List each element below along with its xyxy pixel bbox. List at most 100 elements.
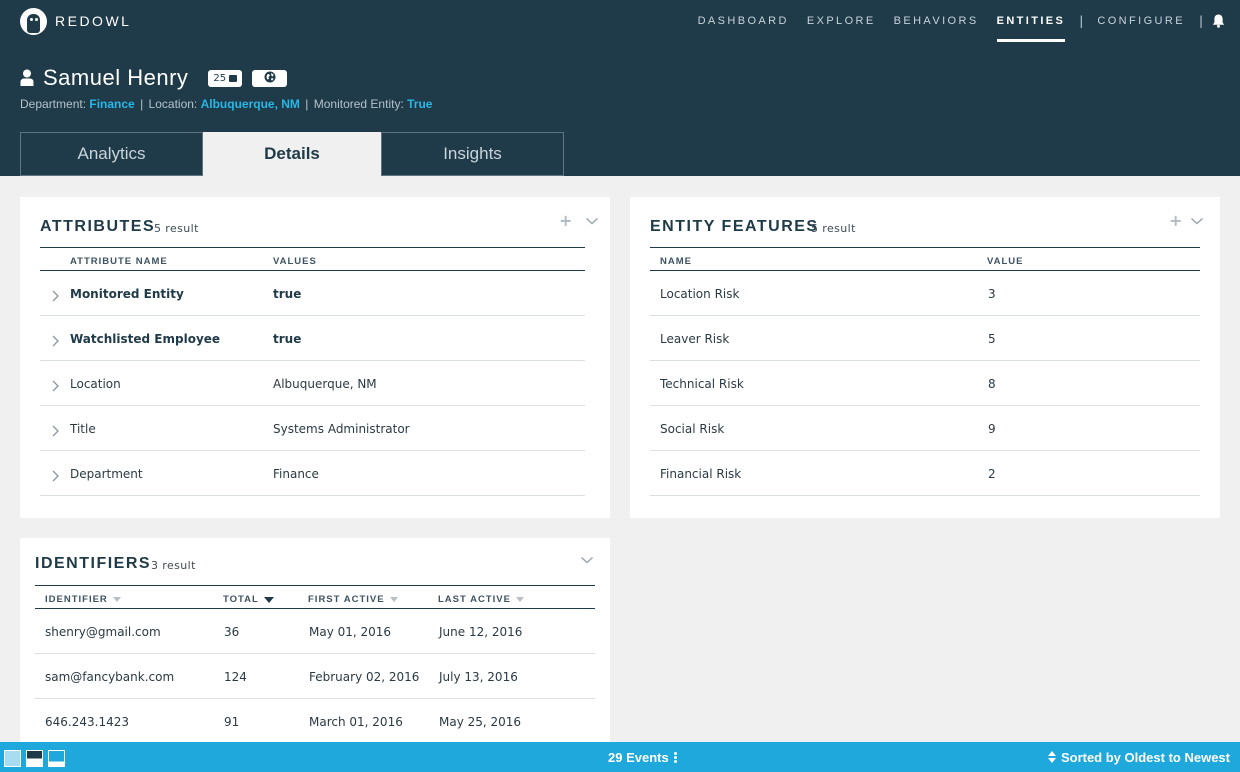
column-attribute-name[interactable]: ATTRIBUTE NAME — [70, 256, 168, 267]
sort-caret-icon — [515, 597, 524, 602]
attribute-value: Finance — [273, 466, 319, 481]
message-count-badge[interactable]: 25 — [208, 69, 243, 87]
expand-chevron-icon[interactable] — [50, 332, 60, 347]
department-value[interactable]: Finance — [89, 97, 134, 111]
table-row[interactable]: Monitored Entity true — [40, 271, 585, 316]
chat-icon — [229, 74, 238, 82]
tab-insights[interactable]: Insights — [381, 132, 564, 176]
column-values[interactable]: VALUES — [273, 256, 317, 267]
attributes-table: ATTRIBUTE NAME VALUES Monitored Entity t… — [40, 247, 585, 496]
feature-value: 9 — [988, 421, 996, 436]
identifiers-count: 3 result — [151, 559, 196, 572]
events-toggle[interactable]: 29 Events — [608, 742, 677, 772]
sort-order-toggle[interactable]: Sorted by Oldest to Newest — [1047, 742, 1230, 772]
nav-behaviors[interactable]: BEHAVIORS — [894, 0, 979, 42]
attribute-name: Location — [70, 376, 121, 391]
monitored-label: Monitored Entity: — [313, 97, 404, 111]
feature-value: 8 — [988, 376, 996, 391]
sort-updown-icon — [1047, 751, 1056, 763]
identifier-last-active: July 13, 2016 — [439, 669, 518, 684]
column-value[interactable]: VALUE — [987, 256, 1024, 267]
table-row[interactable]: Leaver Risk 5 — [650, 316, 1200, 361]
collapse-chevron-icon[interactable] — [585, 213, 599, 227]
globe-badge[interactable] — [252, 69, 288, 87]
kebab-menu-icon — [673, 751, 677, 763]
sort-order-label: Sorted by Oldest to Newest — [1060, 749, 1230, 765]
collapse-chevron-icon[interactable] — [580, 552, 594, 566]
events-count: 29 Events — [608, 749, 669, 765]
expand-chevron-icon[interactable] — [50, 377, 60, 392]
expand-chevron-icon[interactable] — [50, 467, 60, 482]
column-identifier[interactable]: IDENTIFIER — [45, 594, 121, 605]
features-title: ENTITY FEATURES — [650, 218, 819, 235]
sort-caret-icon — [112, 597, 121, 602]
entity-name: Samuel Henry — [43, 65, 189, 90]
feature-name: Leaver Risk — [660, 331, 730, 346]
bell-icon[interactable] — [1212, 14, 1226, 28]
attribute-value: Systems Administrator — [273, 421, 410, 436]
table-row[interactable]: Title Systems Administrator — [40, 406, 585, 451]
identifier-total: 91 — [224, 714, 240, 729]
table-row[interactable]: Social Risk 9 — [650, 406, 1200, 451]
table-header: IDENTIFIER TOTAL FIRST ACTIVE LAST ACTIV… — [35, 586, 595, 609]
column-first-active[interactable]: FIRST ACTIVE — [308, 594, 398, 605]
identifier-total: 36 — [224, 624, 240, 639]
message-count: 25 — [213, 72, 227, 84]
identifier-first-active: March 01, 2016 — [309, 714, 403, 729]
attribute-value: true — [273, 286, 302, 301]
feature-name: Financial Risk — [660, 466, 742, 481]
nav-separator: | — [1079, 14, 1084, 28]
person-icon — [20, 69, 36, 87]
nav-entities[interactable]: ENTITIES — [996, 0, 1066, 42]
table-row[interactable]: Location Risk 3 — [650, 271, 1200, 316]
attribute-value: Albuquerque, NM — [273, 376, 377, 391]
attribute-name: Monitored Entity — [70, 286, 184, 301]
table-row[interactable]: Watchlisted Employee true — [40, 316, 585, 361]
table-row[interactable]: Location Albuquerque, NM — [40, 361, 585, 406]
layout-bottom-icon[interactable] — [48, 750, 65, 767]
add-feature-button[interactable]: + — [1169, 213, 1182, 229]
department-label: Department: — [20, 97, 87, 111]
column-label: FIRST ACTIVE — [308, 594, 385, 605]
identifier-value: shenry@gmail.com — [45, 624, 161, 639]
identifier-total: 124 — [224, 669, 247, 684]
table-row[interactable]: Department Finance — [40, 451, 585, 496]
column-total[interactable]: TOTAL — [223, 594, 274, 605]
entity-header: Samuel Henry 25 — [20, 65, 288, 91]
entity-features-panel: ENTITY FEATURES 5 result + NAME VALUE Lo… — [630, 197, 1220, 518]
table-row[interactable]: Technical Risk 8 — [650, 361, 1200, 406]
column-name[interactable]: NAME — [660, 256, 692, 267]
column-last-active[interactable]: LAST ACTIVE — [438, 594, 524, 605]
brand-name: REDOWL — [55, 13, 132, 29]
expand-chevron-icon[interactable] — [50, 422, 60, 437]
identifier-last-active: May 25, 2016 — [439, 714, 522, 729]
features-count: 5 result — [811, 222, 856, 235]
attribute-name: Department — [70, 466, 143, 481]
table-row[interactable]: 646.243.1423 91 March 01, 2016 May 25, 2… — [35, 699, 595, 744]
tab-analytics[interactable]: Analytics — [20, 132, 203, 176]
layout-full-icon[interactable] — [4, 750, 21, 767]
top-navigation: DASHBOARD EXPLORE BEHAVIORS ENTITIES | C… — [689, 0, 1240, 42]
nav-explore[interactable]: EXPLORE — [807, 0, 876, 42]
column-label: IDENTIFIER — [45, 594, 108, 605]
layout-split-icon[interactable] — [26, 750, 43, 767]
monitored-value[interactable]: True — [407, 97, 432, 111]
nav-configure[interactable]: CONFIGURE — [1097, 0, 1185, 42]
globe-icon — [264, 71, 276, 86]
column-label: TOTAL — [223, 594, 259, 605]
meta-separator: | — [305, 97, 309, 111]
collapse-chevron-icon[interactable] — [1190, 213, 1204, 227]
app-header: REDOWL DASHBOARD EXPLORE BEHAVIORS ENTIT… — [0, 0, 1240, 176]
table-row[interactable]: shenry@gmail.com 36 May 01, 2016 June 12… — [35, 609, 595, 654]
tab-details[interactable]: Details — [203, 132, 381, 176]
table-row[interactable]: Financial Risk 2 — [650, 451, 1200, 496]
brand-logo[interactable]: REDOWL — [20, 7, 132, 35]
add-attribute-button[interactable]: + — [559, 213, 572, 229]
owl-logo-icon — [20, 7, 47, 35]
feature-name: Social Risk — [660, 421, 725, 436]
identifiers-panel: IDENTIFIERS 3 result IDENTIFIER TOTAL FI… — [20, 538, 610, 742]
location-value[interactable]: Albuquerque, NM — [201, 97, 300, 111]
nav-dashboard[interactable]: DASHBOARD — [698, 0, 789, 42]
expand-chevron-icon[interactable] — [50, 287, 60, 302]
table-row[interactable]: sam@fancybank.com 124 February 02, 2016 … — [35, 654, 595, 699]
